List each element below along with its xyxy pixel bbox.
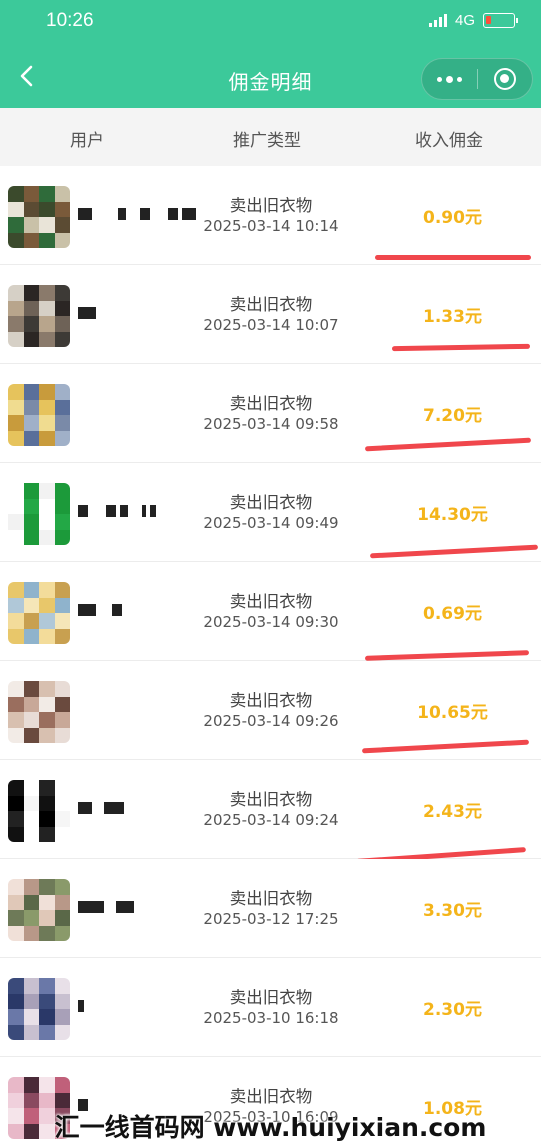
nickname-redacted: [78, 899, 148, 915]
commission-amount: 1.33元: [423, 307, 482, 327]
red-underline-annotation: [369, 544, 539, 559]
red-underline-annotation: [391, 343, 531, 352]
watermark: 汇一线首码网 www.huiyixian.com: [54, 1112, 487, 1142]
promo-type: 卖出旧衣物: [229, 295, 313, 314]
commission-amount: 14.30元: [417, 505, 488, 525]
avatar: [8, 978, 70, 1040]
avatar: [8, 879, 70, 941]
promo-type: 卖出旧衣物: [229, 592, 313, 611]
column-commission: 收入佣金: [415, 131, 483, 151]
list-item[interactable]: 卖出旧衣物 2025-03-14 10:07 1.33元: [0, 265, 541, 364]
avatar: [8, 384, 70, 446]
nickname-redacted: [78, 503, 160, 519]
red-underline-annotation: [361, 739, 530, 754]
commission-amount: 2.43元: [423, 802, 482, 822]
promo-type: 卖出旧衣物: [229, 889, 313, 908]
list-item[interactable]: 卖出旧衣物 2025-03-14 09:26 10.65元: [0, 661, 541, 760]
record-time: 2025-03-14 09:49: [203, 514, 339, 532]
promo-type: 卖出旧衣物: [229, 493, 313, 512]
record-time: 2025-03-10 16:18: [203, 1009, 339, 1027]
column-user: 用户: [70, 131, 104, 151]
list-item[interactable]: 卖出旧衣物 2025-03-14 10:14 0.90元: [0, 166, 541, 265]
commission-amount: 3.30元: [423, 901, 482, 921]
nickname-redacted: [78, 998, 92, 1014]
list-item[interactable]: 卖出旧衣物 2025-03-14 09:49 14.30元: [0, 463, 541, 562]
promo-type: 卖出旧衣物: [229, 988, 313, 1007]
promo-type: 卖出旧衣物: [229, 394, 313, 413]
commission-list: 卖出旧衣物 2025-03-14 10:14 0.90元 卖出旧衣物 2025-03-1…: [0, 166, 541, 1143]
avatar: [8, 681, 70, 743]
record-time: 2025-03-14 09:26: [203, 712, 339, 730]
avatar: [8, 186, 70, 248]
status-time: 10:26: [46, 10, 94, 31]
close-button[interactable]: [477, 68, 532, 90]
promo-type: 卖出旧衣物: [229, 1087, 313, 1106]
list-item[interactable]: 卖出旧衣物 2025-03-14 09:24 2.43元: [0, 760, 541, 864]
commission-amount: 10.65元: [417, 703, 488, 723]
avatar: [8, 285, 70, 347]
record-time: 2025-03-12 17:25: [203, 910, 339, 928]
avatar: [8, 582, 70, 644]
promo-type: 卖出旧衣物: [229, 790, 313, 809]
signal-icon: [428, 14, 447, 27]
battery-icon: [483, 13, 518, 28]
red-underline-annotation: [375, 255, 531, 260]
commission-amount: 0.90元: [423, 208, 482, 228]
nickname-redacted: [78, 602, 136, 618]
avatar: [8, 780, 70, 842]
list-item[interactable]: 卖出旧衣物 2025-03-14 09:58 7.20元: [0, 364, 541, 463]
more-menu-button[interactable]: [422, 75, 477, 83]
record-time: 2025-03-14 10:14: [203, 217, 339, 235]
promo-type: 卖出旧衣物: [229, 196, 313, 215]
record-time: 2025-03-14 10:07: [203, 316, 339, 334]
list-item[interactable]: 卖出旧衣物 2025-03-12 17:25 3.30元: [0, 859, 541, 958]
red-underline-annotation: [364, 437, 532, 452]
list-item[interactable]: 卖出旧衣物 2025-03-10 16:18 2.30元: [0, 958, 541, 1057]
commission-amount: 7.20元: [423, 406, 482, 426]
avatar: [8, 483, 70, 545]
status-indicators: 4G: [428, 12, 518, 29]
miniprogram-capsule: [421, 58, 533, 100]
column-type: 推广类型: [233, 131, 301, 151]
top-bar: 10:26 4G 佣金明细: [0, 0, 541, 108]
record-time: 2025-03-14 09:30: [203, 613, 339, 631]
table-header: 用户 推广类型 收入佣金: [0, 108, 541, 166]
red-underline-annotation: [364, 650, 530, 661]
commission-amount: 0.69元: [423, 604, 482, 624]
commission-amount: 2.30元: [423, 1000, 482, 1020]
record-time: 2025-03-14 09:58: [203, 415, 339, 433]
close-circle-icon: [493, 68, 516, 90]
promo-type: 卖出旧衣物: [229, 691, 313, 710]
network-type: 4G: [454, 12, 475, 29]
nickname-redacted: [78, 305, 108, 321]
record-time: 2025-03-14 09:24: [203, 811, 339, 829]
list-item[interactable]: 卖出旧衣物 2025-03-14 09:30 0.69元: [0, 562, 541, 661]
nickname-redacted: [78, 800, 134, 816]
